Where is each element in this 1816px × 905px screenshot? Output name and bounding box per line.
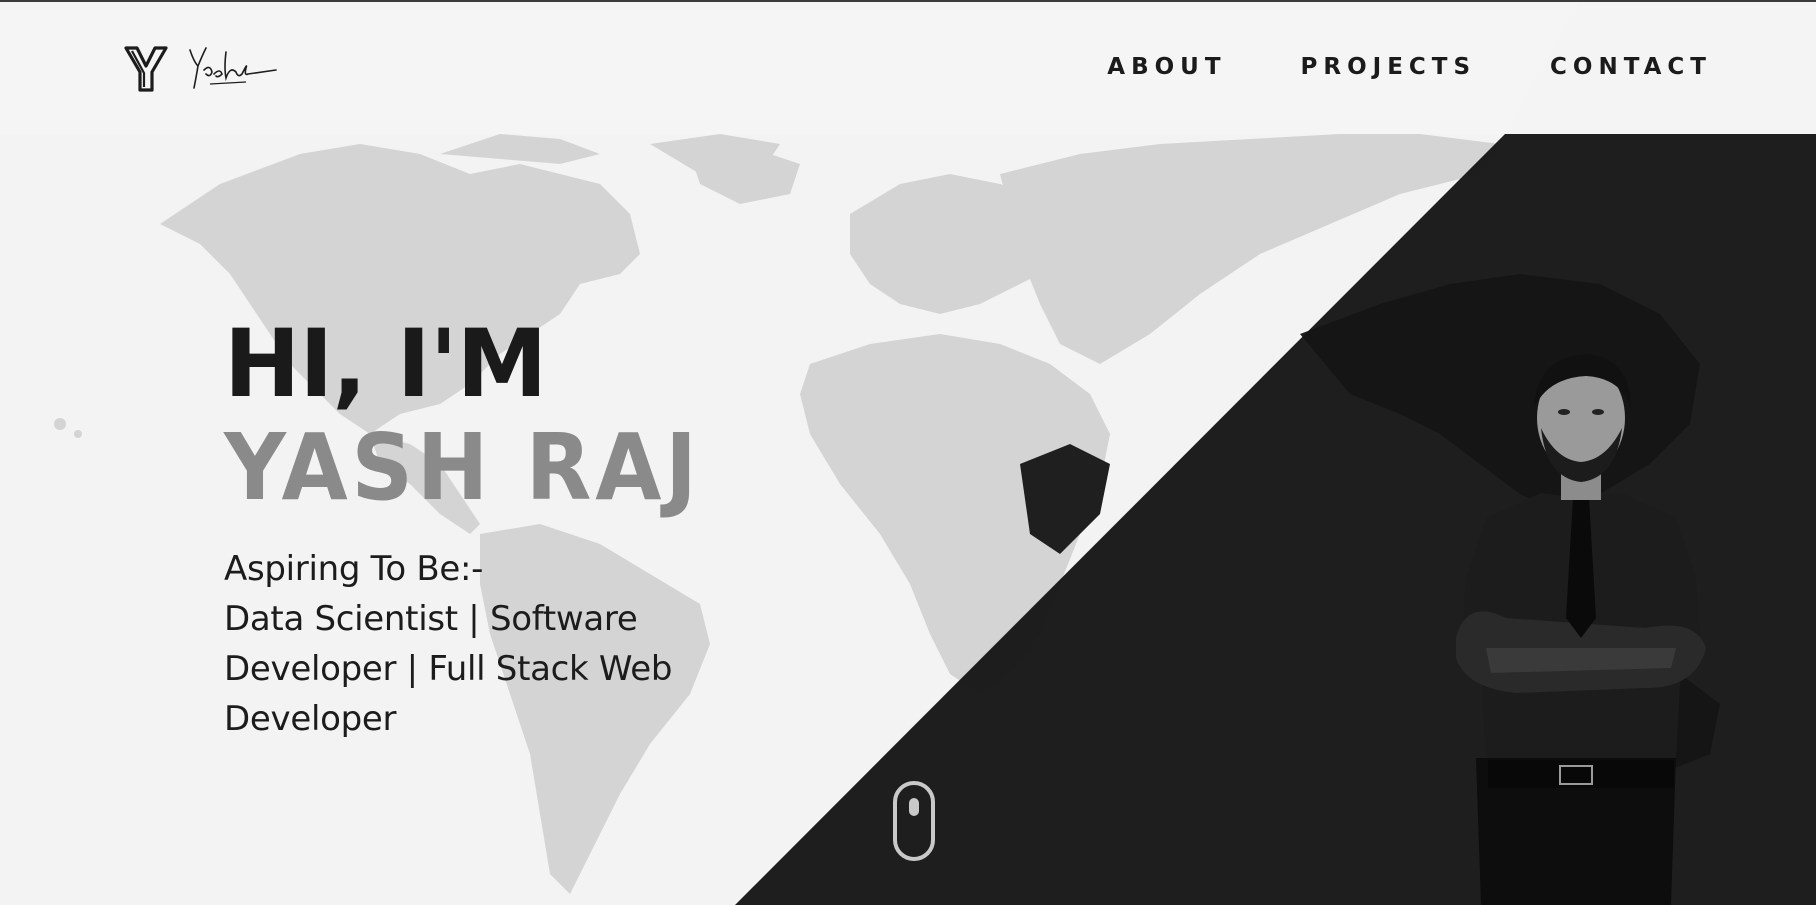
tagline-line: Developer bbox=[224, 699, 397, 739]
nav-projects-link[interactable]: PROJECTS bbox=[1301, 54, 1477, 80]
tagline-line: Developer | Full Stack Web bbox=[224, 649, 673, 689]
tagline-line: Data Scientist | Software bbox=[224, 599, 638, 639]
main-nav: ABOUT PROJECTS CONTACT bbox=[1107, 54, 1712, 80]
site-header: ABOUT PROJECTS CONTACT bbox=[0, 2, 1816, 134]
tagline-line: Aspiring To Be:- bbox=[224, 549, 484, 589]
profile-photo bbox=[1456, 354, 1706, 905]
hero-name: YASH RAJ bbox=[224, 414, 701, 521]
hero-tagline: Aspiring To Be:- Data Scientist | Softwa… bbox=[224, 544, 744, 744]
hero-greeting: HI, I'M bbox=[224, 310, 547, 419]
yash-signature-icon[interactable] bbox=[186, 44, 278, 94]
hero-section: HI, I'M YASH RAJ Aspiring To Be:- Data S… bbox=[224, 318, 744, 744]
mouse-scroll-icon[interactable] bbox=[892, 780, 936, 862]
page: ABOUT PROJECTS CONTACT HI, I'M YASH RAJ … bbox=[0, 0, 1816, 905]
nav-about-link[interactable]: ABOUT bbox=[1107, 54, 1226, 80]
nav-contact-link[interactable]: CONTACT bbox=[1550, 54, 1712, 80]
y-monogram-logo-icon[interactable] bbox=[124, 46, 168, 92]
